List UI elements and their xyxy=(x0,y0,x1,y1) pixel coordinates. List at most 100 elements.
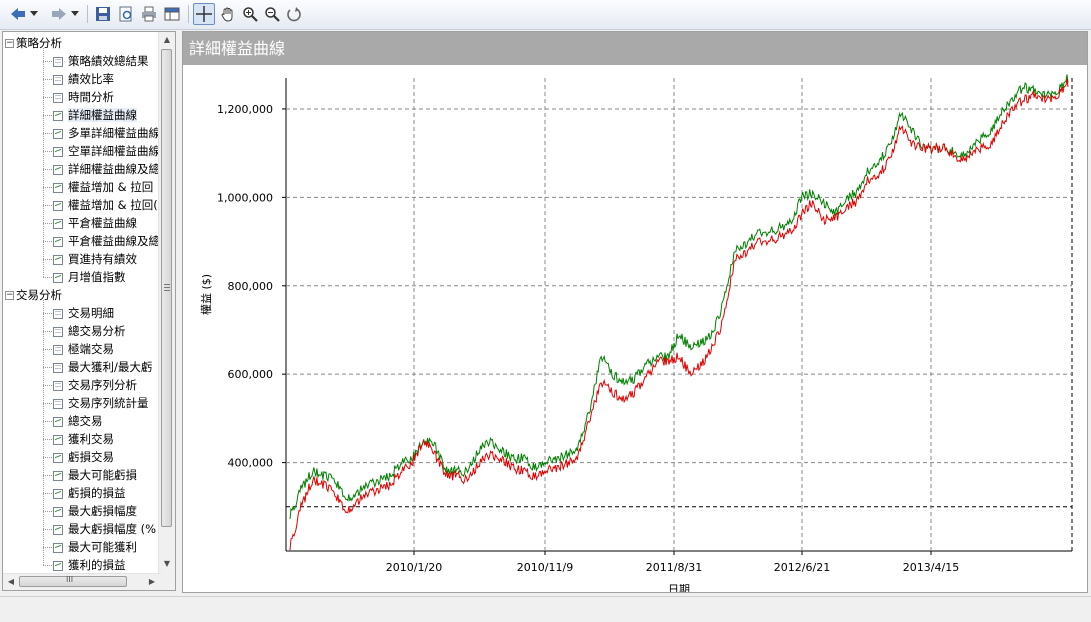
tree-item-label: 最大虧損幅度 (% xyxy=(68,522,157,536)
tree-item[interactable]: 最大可能虧損 xyxy=(53,466,137,484)
tree-item-label: 空單詳細權益曲線 xyxy=(68,144,160,158)
report-chart-icon xyxy=(53,488,63,499)
tree-item[interactable]: 策略績效總結果 xyxy=(53,52,149,70)
tree-item-label: 月增值指數 xyxy=(68,270,126,284)
scroll-left-icon[interactable]: ◀ xyxy=(4,577,18,586)
collapse-toggle-icon[interactable]: − xyxy=(5,39,14,48)
tree-item[interactable]: 最大獲利/最大虧 xyxy=(53,358,152,376)
report-chart-icon xyxy=(53,416,63,427)
tree-item-label: 詳細權益曲線 xyxy=(68,108,137,122)
scroll-up-icon[interactable]: ▲ xyxy=(160,35,174,44)
tree-item-label: 權益增加 & 拉回( xyxy=(68,198,158,212)
tree-item-label: 詳細權益曲線及總 xyxy=(68,162,160,176)
zoom-in-icon[interactable] xyxy=(240,4,260,24)
reset-icon[interactable] xyxy=(284,4,304,24)
tree-item-label: 績效比率 xyxy=(68,72,114,86)
preview-icon[interactable] xyxy=(116,4,136,24)
y-tick-label: 1,200,000 xyxy=(217,103,273,116)
report-chart-icon xyxy=(53,434,63,445)
tree-group-1[interactable]: − 交易分析 xyxy=(5,286,62,304)
tree-item[interactable]: 總交易分析 xyxy=(53,322,126,340)
forward-dropdown-icon[interactable] xyxy=(69,4,81,24)
tree-item[interactable]: 最大虧損幅度 xyxy=(53,502,137,520)
y-tick-label: 600,000 xyxy=(228,368,274,381)
tree-item-label: 平倉權益曲線及總 xyxy=(68,234,160,248)
tree-item[interactable]: 獲利交易 xyxy=(53,430,114,448)
tree-group-label: 策略分析 xyxy=(16,36,62,50)
tree-item[interactable]: 虧損的損益 xyxy=(53,484,126,502)
tree-item[interactable]: 虧損交易 xyxy=(53,448,114,466)
tree-item-label: 交易明細 xyxy=(68,306,114,320)
tree-item[interactable]: 平倉權益曲線及總 xyxy=(53,232,160,250)
tree-item[interactable]: 總交易 xyxy=(53,412,103,430)
tree-item[interactable]: 權益增加 & 拉回 xyxy=(53,178,153,196)
tree-item-label: 極端交易 xyxy=(68,342,114,356)
report-table-icon xyxy=(53,56,63,67)
tree-item[interactable]: 時間分析 xyxy=(53,88,114,106)
zoom-out-icon[interactable] xyxy=(262,4,282,24)
low-equity-series-line xyxy=(289,78,1069,551)
tree-group-0[interactable]: − 策略分析 xyxy=(5,34,62,52)
tree-item[interactable]: 交易序列分析 xyxy=(53,376,137,394)
report-chart-icon xyxy=(53,470,63,481)
x-tick-label: 2013/4/15 xyxy=(903,561,959,574)
scroll-down-icon[interactable]: ▼ xyxy=(160,559,174,568)
report-table-icon xyxy=(53,74,63,85)
print-icon[interactable] xyxy=(139,4,159,24)
tree-content: − 策略分析 策略績效總結果 績效比率 時間分析 詳細權益曲線 多單詳細權益曲線 空單詳細權益… xyxy=(3,32,161,575)
report-chart-icon xyxy=(53,110,63,121)
tree-view: − 策略分析 策略績效總結果 績效比率 時間分析 詳細權益曲線 多單詳細權益曲線 空單詳細權益… xyxy=(2,31,176,591)
tree-item[interactable]: 詳細權益曲線及總 xyxy=(53,160,160,178)
tree-item[interactable]: 買進持有績效 xyxy=(53,250,137,268)
tree-item[interactable]: 詳細權益曲線 xyxy=(53,106,137,124)
report-table-icon xyxy=(53,362,63,373)
tree-item[interactable]: 空單詳細權益曲線 xyxy=(53,142,160,160)
tree-item[interactable]: 獲利的損益 xyxy=(53,556,126,574)
tree-item[interactable]: 交易序列統計量 xyxy=(53,394,149,412)
status-bar xyxy=(0,596,1091,622)
crosshair-icon[interactable] xyxy=(193,3,215,25)
report-chart-icon xyxy=(53,200,63,211)
collapse-toggle-icon[interactable]: − xyxy=(5,291,14,300)
x-tick-label: 2011/8/31 xyxy=(646,561,702,574)
report-table-icon xyxy=(53,380,63,391)
tree-item[interactable]: 最大虧損幅度 (% xyxy=(53,520,156,538)
tree-item-label: 平倉權益曲線 xyxy=(68,216,137,230)
toolbar xyxy=(0,0,1091,30)
tree-item[interactable]: 績效比率 xyxy=(53,70,114,88)
tree-item-label: 最大可能虧損 xyxy=(68,468,137,482)
tree-item[interactable]: 月增值指數 xyxy=(53,268,126,286)
horizontal-scroll-thumb[interactable]: III xyxy=(19,575,127,587)
save-icon[interactable] xyxy=(93,4,113,24)
tree-item[interactable]: 多單詳細權益曲線 xyxy=(53,124,160,142)
report-chart-icon xyxy=(53,218,63,229)
tree-item-label: 最大獲利/最大虧 xyxy=(68,360,153,374)
report-chart-icon xyxy=(53,236,63,247)
vertical-scroll-thumb[interactable] xyxy=(161,49,172,527)
back-icon[interactable] xyxy=(8,4,28,24)
tree-item[interactable]: 權益增加 & 拉回( xyxy=(53,196,158,214)
y-tick-label: 800,000 xyxy=(228,280,274,293)
vertical-scrollbar[interactable]: ▲ ▼ xyxy=(158,32,175,575)
report-table-icon xyxy=(53,92,63,103)
pane-title: 詳細權益曲線 xyxy=(183,32,1087,65)
tree-item[interactable]: 極端交易 xyxy=(53,340,114,358)
scroll-right-icon[interactable]: ▶ xyxy=(145,577,159,586)
tree-group-label: 交易分析 xyxy=(16,288,62,302)
report-chart-icon xyxy=(53,254,63,265)
horizontal-scrollbar[interactable]: ◀ III ▶ xyxy=(3,573,161,590)
y-tick-label: 1,000,000 xyxy=(217,191,273,204)
equity-chart[interactable]: 400,000 600,000 800,000 1,000,000 1,200,000 2… xyxy=(183,65,1087,592)
table-icon[interactable] xyxy=(162,4,182,24)
tree-item-label: 虧損交易 xyxy=(68,450,114,464)
report-chart-icon xyxy=(53,146,63,157)
tree-item[interactable]: 平倉權益曲線 xyxy=(53,214,137,232)
x-tick-label: 2010/11/9 xyxy=(517,561,573,574)
pan-hand-icon[interactable] xyxy=(218,4,238,24)
report-chart-icon xyxy=(53,128,63,139)
tree-item[interactable]: 最大可能獲利 xyxy=(53,538,137,556)
tree-item[interactable]: 交易明細 xyxy=(53,304,114,322)
forward-icon[interactable] xyxy=(49,4,69,24)
tree-item-label: 總交易 xyxy=(68,414,103,428)
back-dropdown-icon[interactable] xyxy=(28,4,40,24)
